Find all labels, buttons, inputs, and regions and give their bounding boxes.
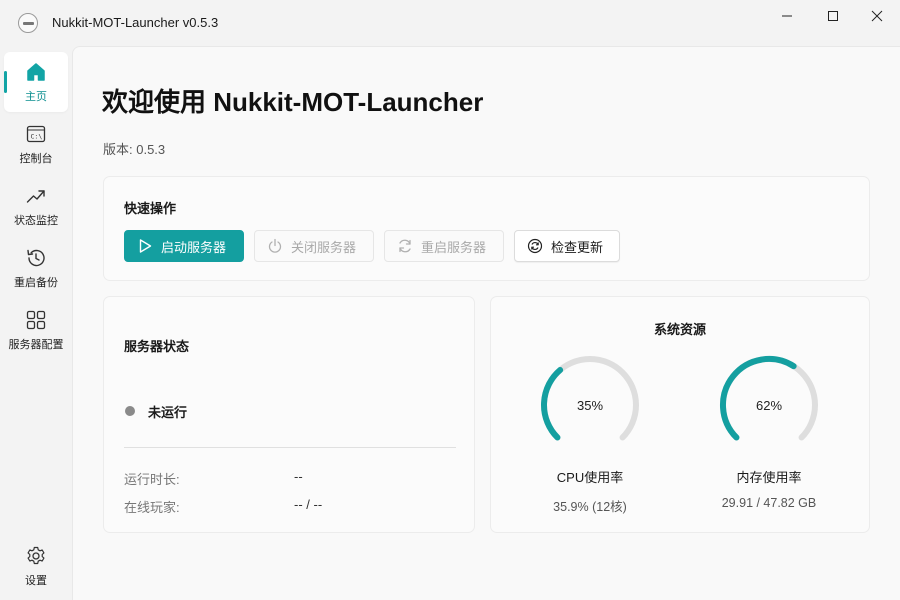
apps-icon (24, 308, 48, 332)
players-label: 在线玩家: (124, 500, 180, 515)
memory-percent: 62% (755, 397, 783, 413)
close-button[interactable] (854, 0, 900, 32)
cpu-percent: 35% (576, 397, 604, 413)
power-icon (267, 238, 283, 254)
server-status-card: 服务器状态 未运行 运行时长: -- 在线玩家: -- / -- (103, 296, 475, 533)
cpu-detail: 35.9% (12核) (553, 500, 627, 514)
history-icon (24, 246, 48, 270)
players-value: -- / -- (294, 497, 323, 512)
maximize-button[interactable] (810, 0, 856, 32)
title-bar: Nukkit-MOT-Launcher v0.5.3 (0, 0, 900, 46)
sidebar: 主页 C:\ 控制台 状态监控 重启备份 服务器配置 设置 (0, 46, 72, 600)
version-text: 版本: 0.5.3 (103, 142, 166, 157)
check-update-label: 检查更新 (551, 239, 604, 255)
sidebar-item-label: 状态监控 (14, 215, 58, 227)
refresh-icon (397, 238, 413, 254)
svg-text:C:\: C:\ (31, 133, 43, 141)
stop-server-label: 关闭服务器 (291, 239, 357, 255)
memory-label: 内存使用率 (736, 470, 802, 485)
minimize-icon (782, 15, 792, 17)
cpu-gauge: 35% (540, 355, 640, 455)
play-icon (137, 238, 153, 254)
sidebar-item-server-config[interactable]: 服务器配置 (4, 300, 68, 360)
app-logo-icon (18, 13, 38, 33)
memory-gauge: 62% (719, 355, 819, 455)
check-update-button[interactable]: 检查更新 (514, 230, 620, 262)
active-indicator (4, 71, 7, 93)
start-server-label: 启动服务器 (161, 239, 227, 255)
memory-detail: 29.91 / 47.82 GB (721, 496, 817, 510)
sidebar-item-label: 控制台 (19, 153, 53, 165)
sidebar-item-label: 主页 (25, 91, 47, 103)
quick-actions-title: 快速操作 (124, 201, 177, 216)
system-resources-title: 系统资源 (653, 322, 706, 337)
uptime-value: -- (294, 469, 303, 484)
sidebar-item-backup[interactable]: 重启备份 (4, 238, 68, 298)
window-title: Nukkit-MOT-Launcher v0.5.3 (52, 15, 219, 30)
console-icon: C:\ (24, 122, 48, 146)
quick-actions-card: 快速操作 启动服务器 关闭服务器 重启服务器 检查更新 (103, 176, 870, 281)
sync-icon (527, 238, 543, 254)
start-server-button[interactable]: 启动服务器 (124, 230, 244, 262)
divider (124, 447, 456, 448)
maximize-icon (828, 11, 838, 21)
sidebar-item-home[interactable]: 主页 (4, 52, 68, 112)
gear-icon (24, 544, 48, 568)
server-state: 未运行 (148, 405, 188, 420)
system-resources-card: 系统资源 35% CPU使用率 35.9% (12核) 62% 内存使用率 29… (490, 296, 870, 533)
restart-server-label: 重启服务器 (421, 239, 487, 255)
sidebar-item-monitor[interactable]: 状态监控 (4, 176, 68, 236)
page-title: 欢迎使用 Nukkit-MOT-Launcher (102, 87, 484, 117)
restart-server-button[interactable]: 重启服务器 (384, 230, 504, 262)
sidebar-item-console[interactable]: C:\ 控制台 (4, 114, 68, 174)
close-icon (871, 10, 883, 22)
trend-icon (24, 184, 48, 208)
sidebar-item-settings[interactable]: 设置 (4, 536, 68, 596)
minimize-button[interactable] (764, 0, 810, 32)
cpu-label: CPU使用率 (556, 470, 624, 485)
server-status-title: 服务器状态 (124, 339, 190, 354)
status-indicator-dot (125, 406, 135, 416)
sidebar-item-label: 重启备份 (14, 277, 58, 289)
home-icon (24, 60, 48, 84)
stop-server-button[interactable]: 关闭服务器 (254, 230, 374, 262)
sidebar-item-label: 设置 (25, 575, 47, 587)
uptime-label: 运行时长: (124, 472, 180, 487)
sidebar-item-label: 服务器配置 (8, 339, 64, 351)
